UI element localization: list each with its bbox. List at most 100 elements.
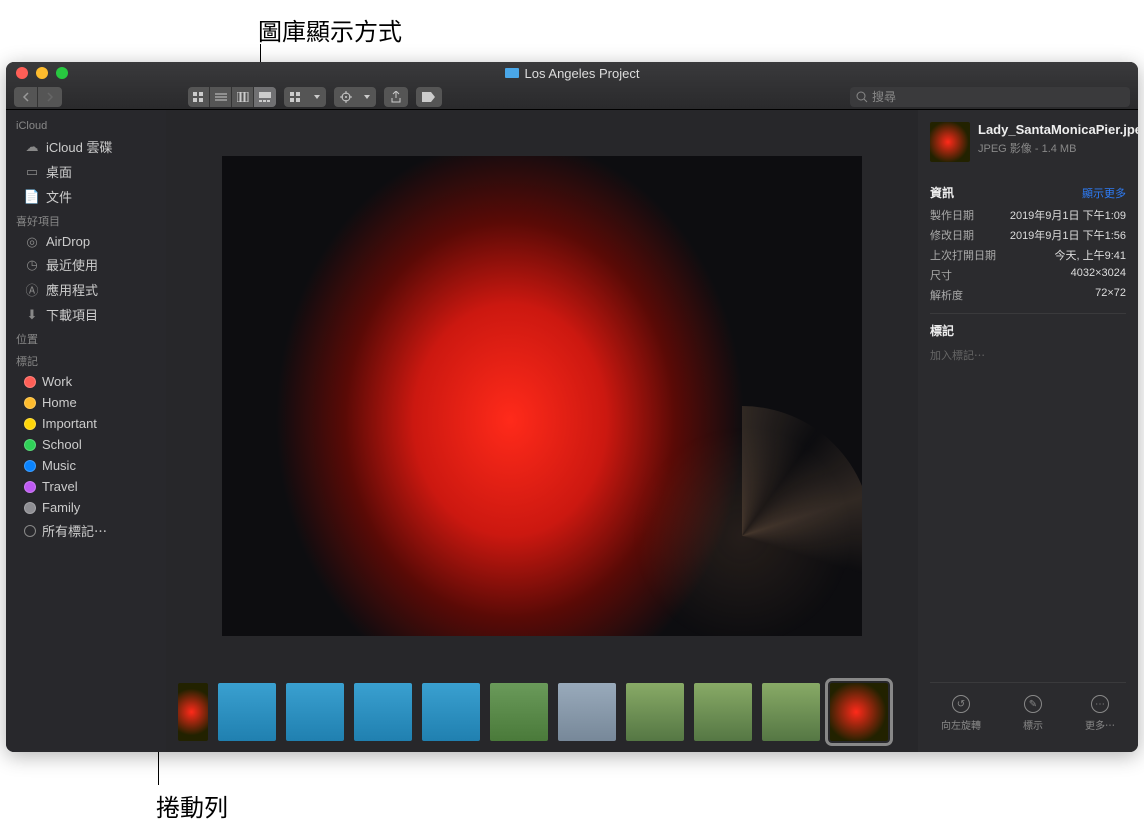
thumb-item[interactable] <box>694 683 752 741</box>
arrange-dropdown[interactable] <box>308 87 326 107</box>
sidebar-item-downloads[interactable]: ⬇下載項目 <box>6 302 166 327</box>
sidebar-item-airdrop[interactable]: ◎AirDrop <box>6 231 166 252</box>
thumb-item[interactable] <box>218 683 276 741</box>
close-button[interactable] <box>16 67 28 79</box>
sidebar-section-favorites: 喜好項目 <box>6 209 166 231</box>
arrange-button[interactable] <box>284 87 308 107</box>
finder-window: Los Angeles Project 搜尋 <box>6 62 1138 752</box>
tag-dot-icon <box>24 418 36 430</box>
sidebar-item-documents[interactable]: 📄文件 <box>6 184 166 209</box>
all-tags-icon <box>24 525 36 537</box>
thumb-item[interactable] <box>558 683 616 741</box>
folder-icon <box>505 68 519 78</box>
desktop-icon: ▭ <box>24 165 40 179</box>
sidebar-tag-work[interactable]: Work <box>6 371 166 392</box>
search-field[interactable]: 搜尋 <box>850 87 1130 107</box>
sidebar-item-desktop[interactable]: ▭桌面 <box>6 159 166 184</box>
show-more-link[interactable]: 顯示更多 <box>1082 185 1126 201</box>
documents-icon: 📄 <box>24 190 40 204</box>
thumb-item[interactable] <box>422 683 480 741</box>
main-content <box>166 110 918 752</box>
info-section-header: 資訊 顯示更多 <box>930 184 1126 201</box>
sidebar-all-tags[interactable]: 所有標記⋯ <box>6 518 166 543</box>
tag-dot-icon <box>24 460 36 472</box>
sidebar-item-applications[interactable]: Ⓐ應用程式 <box>6 277 166 302</box>
nav-buttons <box>14 87 62 107</box>
tags-button[interactable] <box>416 87 442 107</box>
rotate-left-button[interactable]: ↺ 向左旋轉 <box>941 695 981 732</box>
callout-label-gallery-view: 圖庫顯示方式 <box>258 12 402 47</box>
airdrop-icon: ◎ <box>24 235 40 249</box>
icon-view-button[interactable] <box>188 87 210 107</box>
toolbar: 搜尋 <box>6 84 1138 110</box>
add-tag-field[interactable]: 加入標記⋯ <box>930 343 1126 367</box>
info-row-created: 製作日期2019年9月1日 下午1:09 <box>930 205 1126 225</box>
preview-image[interactable] <box>222 156 862 636</box>
sidebar-tag-home[interactable]: Home <box>6 392 166 413</box>
thumb-item[interactable] <box>354 683 412 741</box>
cloud-icon: ☁ <box>24 140 40 154</box>
share-button[interactable] <box>384 87 408 107</box>
preview-area <box>166 110 918 672</box>
titlebar[interactable]: Los Angeles Project <box>6 62 1138 84</box>
rotate-icon: ↺ <box>952 695 970 713</box>
action-button[interactable] <box>334 87 358 107</box>
tag-dot-icon <box>24 397 36 409</box>
info-title: 資訊 <box>930 184 954 201</box>
window-controls <box>16 67 68 79</box>
column-view-button[interactable] <box>232 87 254 107</box>
window-title: Los Angeles Project <box>505 66 640 81</box>
filmstrip[interactable] <box>166 672 918 752</box>
search-icon <box>856 91 868 103</box>
tags-section-header: 標記 <box>930 313 1126 339</box>
sidebar-tag-family[interactable]: Family <box>6 497 166 518</box>
thumb-item[interactable] <box>762 683 820 741</box>
tag-dot-icon <box>24 502 36 514</box>
thumb-item[interactable] <box>490 683 548 741</box>
sidebar-tag-travel[interactable]: Travel <box>6 476 166 497</box>
sidebar-section-icloud: iCloud <box>6 116 166 134</box>
minimize-button[interactable] <box>36 67 48 79</box>
file-kind-size: JPEG 影像 - 1.4 MB <box>978 140 1138 156</box>
more-icon: ⋯ <box>1091 695 1109 713</box>
action-dropdown[interactable] <box>358 87 376 107</box>
info-header: Lady_SantaMonicaPier.jpeg JPEG 影像 - 1.4 … <box>930 122 1126 162</box>
sidebar-section-locations: 位置 <box>6 327 166 349</box>
sidebar-item-recents[interactable]: ◷最近使用 <box>6 252 166 277</box>
forward-button[interactable] <box>38 87 62 107</box>
markup-button[interactable]: ✎ 標示 <box>1023 695 1043 732</box>
arrange-group <box>284 87 326 107</box>
thumb-item[interactable] <box>626 683 684 741</box>
tag-dot-icon <box>24 439 36 451</box>
clock-icon: ◷ <box>24 258 40 272</box>
downloads-icon: ⬇ <box>24 308 40 322</box>
action-group <box>334 87 376 107</box>
back-button[interactable] <box>14 87 38 107</box>
info-panel: Lady_SantaMonicaPier.jpeg JPEG 影像 - 1.4 … <box>918 110 1138 752</box>
sidebar-tag-music[interactable]: Music <box>6 455 166 476</box>
sidebar-tag-school[interactable]: School <box>6 434 166 455</box>
callout-label-filmstrip: 捲動列 <box>156 788 228 823</box>
info-row-dimensions: 尺寸4032×3024 <box>930 265 1126 285</box>
gallery-view-button[interactable] <box>254 87 276 107</box>
sidebar-section-tags: 標記 <box>6 349 166 371</box>
thumb-partial[interactable] <box>178 683 208 741</box>
more-button[interactable]: ⋯ 更多⋯ <box>1085 695 1115 732</box>
sidebar-item-icloud-drive[interactable]: ☁iCloud 雲碟 <box>6 134 166 159</box>
list-view-button[interactable] <box>210 87 232 107</box>
view-mode-group <box>188 87 276 107</box>
sidebar: iCloud ☁iCloud 雲碟 ▭桌面 📄文件 喜好項目 ◎AirDrop … <box>6 110 166 752</box>
sidebar-tag-important[interactable]: Important <box>6 413 166 434</box>
thumb-item[interactable] <box>286 683 344 741</box>
maximize-button[interactable] <box>56 67 68 79</box>
applications-icon: Ⓐ <box>24 283 40 297</box>
file-name: Lady_SantaMonicaPier.jpeg <box>978 122 1138 138</box>
info-row-lastopened: 上次打開日期今天, 上午9:41 <box>930 245 1126 265</box>
tags-title: 標記 <box>930 322 954 339</box>
callout-line <box>158 747 159 785</box>
tag-dot-icon <box>24 376 36 388</box>
thumb-item-selected[interactable] <box>830 683 888 741</box>
quick-actions: ↺ 向左旋轉 ✎ 標示 ⋯ 更多⋯ <box>930 682 1126 740</box>
tag-dot-icon <box>24 481 36 493</box>
title-text: Los Angeles Project <box>525 66 640 81</box>
